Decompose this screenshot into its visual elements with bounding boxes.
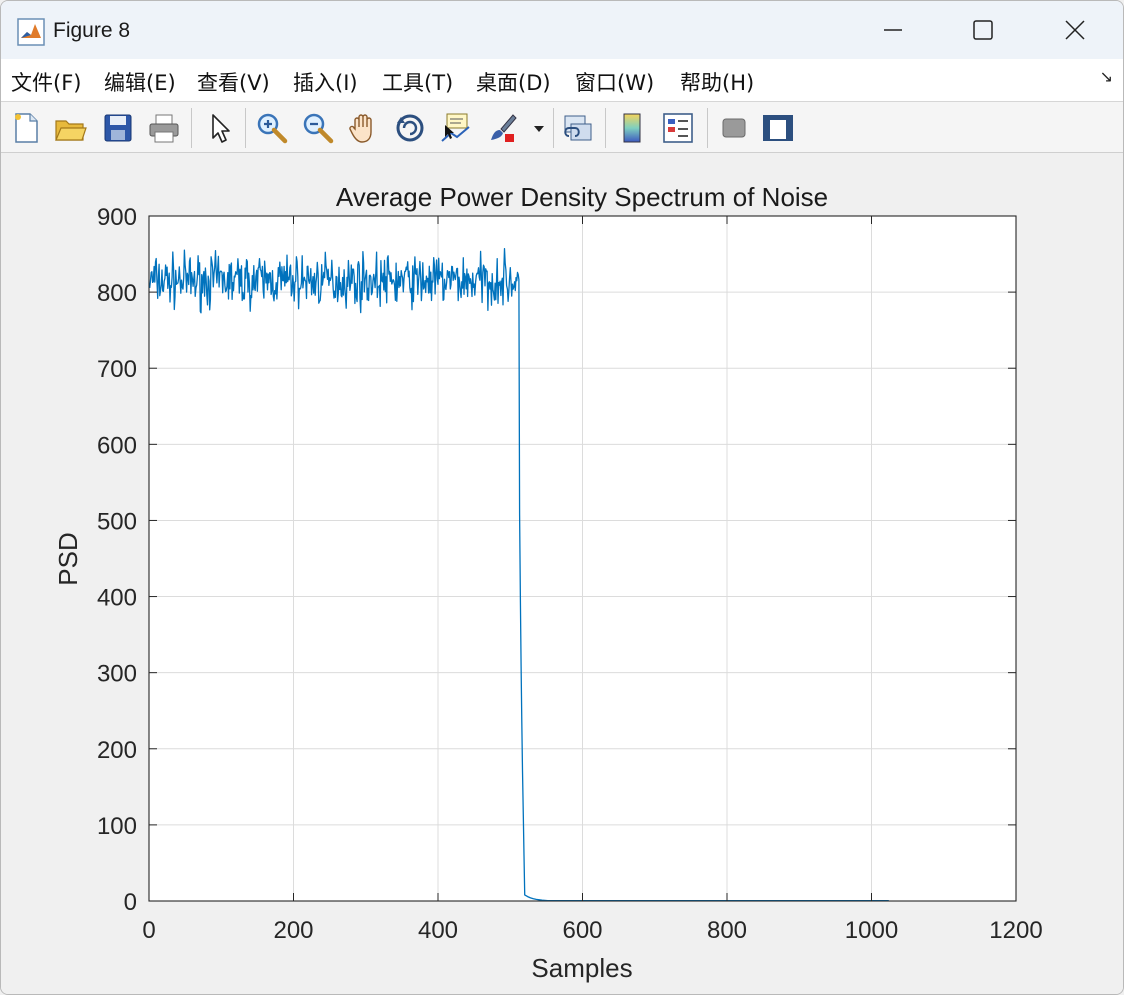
zoom-in-icon[interactable] [255,111,289,145]
toolbar-separator [191,108,192,148]
x-axis-label: Samples [531,953,632,983]
open-file-icon[interactable] [53,111,87,145]
hide-plot-tools-icon[interactable] [717,111,751,145]
x-tick-labels: 0 200 400 600 800 1000 1200 [142,917,1042,944]
x-tick-label: 400 [418,917,458,944]
toolbar-separator [245,108,246,148]
new-figure-icon[interactable] [9,111,43,145]
y-tick-label: 900 [97,204,137,231]
y-tick-label: 800 [97,280,137,307]
y-tick-label: 100 [97,813,137,840]
select-arrow-icon[interactable] [203,111,237,145]
y-tick-label: 200 [97,737,137,764]
menu-help[interactable]: 帮助(H) [680,67,754,97]
toolbar-separator [605,108,606,148]
title-bar[interactable]: Figure 8 [1,1,1123,59]
y-tick-label: 600 [97,432,137,459]
y-axis-label: PSD [53,532,83,585]
zoom-out-icon[interactable] [301,111,335,145]
y-tick-label: 500 [97,508,137,535]
y-tick-label: 0 [124,889,137,916]
colorbar-icon[interactable] [615,111,649,145]
maximize-icon [973,20,993,40]
x-tick-label: 800 [707,917,747,944]
toolbar-separator [553,108,554,148]
menu-view[interactable]: 查看(V) [197,67,270,97]
print-icon[interactable] [147,111,181,145]
x-tick-label: 600 [562,917,602,944]
legend-icon[interactable] [661,111,695,145]
close-button[interactable] [1029,1,1121,59]
x-tick-label: 1200 [989,917,1042,944]
figure-window: Figure 8 文件(F) 编辑(E) 查看(V) 插入(I) 工具(T) 桌… [0,0,1124,995]
chart[interactable]: 0 200 400 600 800 1000 1200 0 100 200 300 400 500 60… [1,153,1123,994]
x-tick-label: 0 [142,917,155,944]
chart-title: Average Power Density Spectrum of Noise [336,182,828,212]
menu-tools[interactable]: 工具(T) [382,67,453,97]
minimize-icon [884,29,902,31]
y-tick-label: 300 [97,661,137,688]
matlab-logo-icon [17,18,45,46]
x-tick-label: 200 [273,917,313,944]
link-plot-icon[interactable] [561,111,595,145]
toolbar-separator [707,108,708,148]
menu-bar: 文件(F) 编辑(E) 查看(V) 插入(I) 工具(T) 桌面(D) 窗口(W… [1,59,1123,102]
y-tick-label: 700 [97,356,137,383]
dropdown-icon[interactable] [531,111,547,145]
data-cursor-icon[interactable] [439,111,473,145]
window-title: Figure 8 [53,19,131,42]
figure-toolbar [1,102,1123,153]
menu-window[interactable]: 窗口(W) [575,67,654,97]
y-tick-labels: 0 100 200 300 400 500 600 700 800 900 [97,204,137,916]
pan-hand-icon[interactable] [347,111,381,145]
maximize-button[interactable] [937,1,1029,59]
minimize-button[interactable] [847,1,939,59]
show-plot-tools-icon[interactable] [761,111,795,145]
menu-insert[interactable]: 插入(I) [293,67,358,97]
menu-edit[interactable]: 编辑(E) [104,67,176,97]
menu-file[interactable]: 文件(F) [11,67,81,97]
y-tick-label: 400 [97,585,137,612]
x-tick-label: 1000 [845,917,898,944]
rotate-3d-icon[interactable] [393,111,427,145]
plot-area: 0 200 400 600 800 1000 1200 0 100 200 300 400 500 60… [1,153,1123,994]
dock-arrow-icon[interactable]: ↘ [1100,67,1113,87]
menu-desktop[interactable]: 桌面(D) [476,67,551,97]
close-icon [1065,20,1085,40]
save-icon[interactable] [101,111,135,145]
brush-icon[interactable] [485,111,519,145]
